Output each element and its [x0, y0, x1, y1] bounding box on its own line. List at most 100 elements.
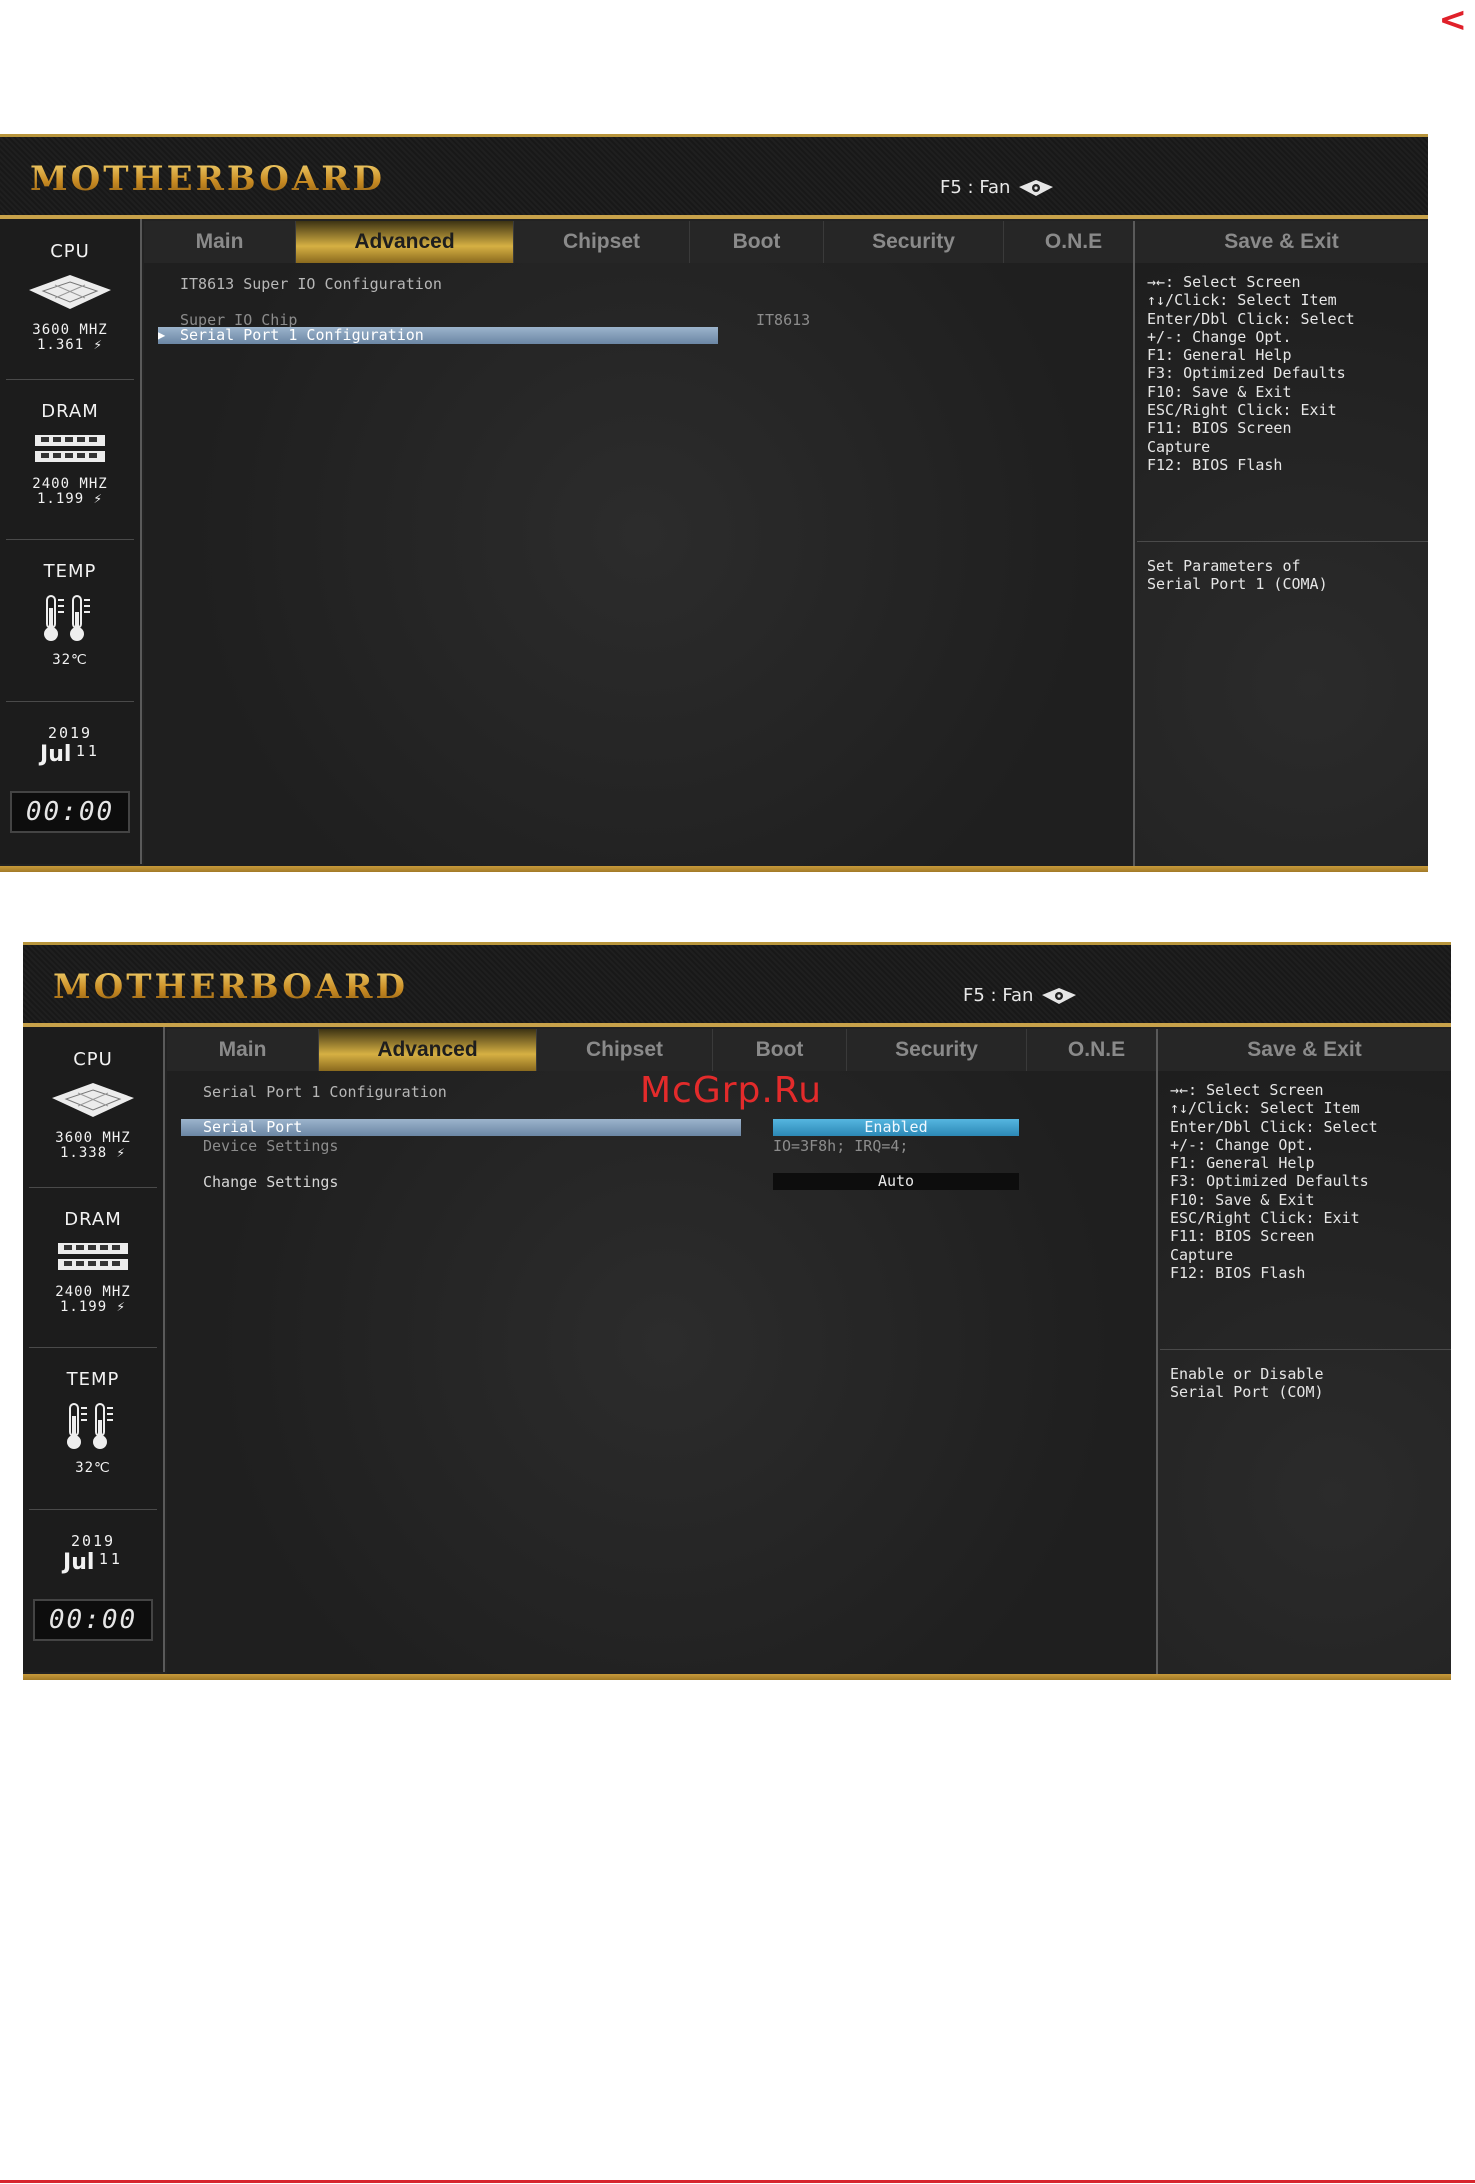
serial-port-label: Serial Port	[203, 1118, 303, 1136]
dram-frequency: 2400 MHZ	[55, 1284, 131, 1300]
tab-chipset[interactable]: Chipset	[537, 1029, 713, 1071]
tab-main[interactable]: Main	[144, 221, 296, 263]
temp-label: TEMP	[66, 1369, 120, 1390]
serial-port-1-configuration-item[interactable]: ▶ Serial Port 1 Configuration	[158, 327, 718, 344]
temp-label: TEMP	[43, 561, 97, 582]
sidebar: CPU 3600 MHZ 1.338 ⚡ DRAM 2400 MHZ 1.199…	[23, 1027, 165, 1672]
date-panel: 2019 Jul 11	[0, 724, 140, 767]
super-io-chip-value: IT8613	[756, 311, 811, 329]
tab-boot[interactable]: Boot	[690, 221, 824, 263]
divider	[6, 701, 134, 702]
divider	[29, 1187, 157, 1188]
cpu-frequency: 3600 MHZ	[55, 1130, 131, 1146]
tab-boot[interactable]: Boot	[713, 1029, 847, 1071]
date-year: 2019	[70, 1532, 116, 1550]
device-settings-value: IO=3F8h; IRQ=4;	[773, 1137, 909, 1155]
serial-port-value[interactable]: Enabled	[773, 1119, 1019, 1136]
cpu-chip-icon	[29, 275, 111, 309]
change-settings-value[interactable]: Auto	[773, 1173, 1019, 1190]
brand-logo: MOTHERBOARD	[53, 967, 408, 1007]
sidebar: CPU 3600 MHZ 1.361 ⚡ DRAM 2400 MHZ 1.199…	[0, 219, 142, 864]
temp-value: 32℃	[75, 1460, 111, 1476]
cpu-panel: CPU 3600 MHZ 1.361 ⚡	[0, 241, 140, 353]
page-title: IT8613 Super IO Configuration	[180, 275, 442, 293]
tab-advanced[interactable]: Advanced	[296, 221, 514, 263]
bios-header: MOTHERBOARD F5 : Fan	[0, 134, 1428, 219]
settings-panel: Serial Port 1 Configuration Serial Port …	[167, 1071, 1163, 1674]
divider	[1160, 1349, 1451, 1350]
help-panel: →←: Select Screen ↑↓/Click: Select Item …	[1133, 263, 1428, 866]
date-panel: 2019 Jul 11	[23, 1532, 163, 1575]
tab-save-exit[interactable]: Save & Exit	[1133, 221, 1428, 263]
tab-security[interactable]: Security	[847, 1029, 1027, 1071]
divider	[1137, 541, 1428, 542]
footer-bar	[23, 1674, 1451, 1680]
cpu-voltage: 1.338 ⚡	[59, 1145, 126, 1161]
change-settings-label: Change Settings	[203, 1173, 339, 1191]
date-day: 11	[75, 742, 100, 760]
fan-shortcut[interactable]: F5 : Fan	[963, 985, 1077, 1006]
clock-display: 00:00	[33, 1599, 153, 1641]
tab-advanced[interactable]: Advanced	[319, 1029, 537, 1071]
tab-security[interactable]: Security	[824, 221, 1004, 263]
date-month: Jul	[40, 742, 72, 767]
page-bottom-rule	[0, 2180, 1475, 2183]
help-panel: →←: Select Screen ↑↓/Click: Select Item …	[1156, 1071, 1451, 1674]
dram-frequency: 2400 MHZ	[32, 476, 108, 492]
dram-label: DRAM	[41, 401, 99, 422]
tab-chipset[interactable]: Chipset	[514, 221, 690, 263]
date-year: 2019	[47, 724, 93, 742]
tab-one[interactable]: O.N.E	[1004, 221, 1144, 263]
dram-panel: DRAM 2400 MHZ 1.199 ⚡	[0, 401, 140, 507]
tab-one[interactable]: O.N.E	[1027, 1029, 1167, 1071]
dram-voltage: 1.199 ⚡	[59, 1299, 126, 1315]
dram-voltage: 1.199 ⚡	[36, 491, 103, 507]
fan-label: F5 : Fan	[963, 985, 1034, 1006]
divider	[6, 539, 134, 540]
key-help: →←: Select Screen ↑↓/Click: Select Item …	[1147, 273, 1355, 474]
fan-icon	[1019, 179, 1054, 196]
watermark: McGrp.Ru	[640, 1070, 823, 1111]
tab-main[interactable]: Main	[167, 1029, 319, 1071]
key-help: →←: Select Screen ↑↓/Click: Select Item …	[1170, 1081, 1378, 1282]
bios-screen-2: MOTHERBOARD F5 : Fan CPU 3600 MHZ 1.338 …	[23, 942, 1451, 1680]
divider	[29, 1509, 157, 1510]
temp-panel: TEMP 32℃	[23, 1369, 163, 1476]
cpu-label: CPU	[73, 1049, 113, 1070]
page-title: Serial Port 1 Configuration	[203, 1083, 447, 1101]
bios-header: MOTHERBOARD F5 : Fan	[23, 942, 1451, 1027]
tab-bar: Main Advanced Chipset Boot Security O.N.…	[144, 221, 1144, 263]
settings-panel: IT8613 Super IO Configuration Super IO C…	[144, 263, 1140, 866]
thermometer-icon	[44, 595, 90, 641]
thermometer-icon	[67, 1403, 113, 1449]
date-month: Jul	[63, 1550, 95, 1575]
dram-label: DRAM	[64, 1209, 122, 1230]
cpu-chip-icon	[52, 1083, 134, 1117]
submenu-arrow-icon: ▶	[158, 328, 166, 342]
cpu-frequency: 3600 MHZ	[32, 322, 108, 338]
temp-panel: TEMP 32℃	[0, 561, 140, 668]
tab-save-exit[interactable]: Save & Exit	[1156, 1029, 1451, 1071]
dram-panel: DRAM 2400 MHZ 1.199 ⚡	[23, 1209, 163, 1315]
tab-bar: Main Advanced Chipset Boot Security O.N.…	[167, 1029, 1167, 1071]
fan-shortcut[interactable]: F5 : Fan	[940, 177, 1054, 198]
fan-label: F5 : Fan	[940, 177, 1011, 198]
date-day: 11	[98, 1550, 123, 1568]
brand-logo: MOTHERBOARD	[30, 159, 385, 199]
item-description: Enable or Disable Serial Port (COM)	[1170, 1365, 1324, 1402]
item-description: Set Parameters of Serial Port 1 (COMA)	[1147, 557, 1328, 594]
dram-module-icon	[35, 435, 105, 462]
fan-icon	[1042, 987, 1077, 1004]
footer-bar	[0, 866, 1428, 872]
cpu-panel: CPU 3600 MHZ 1.338 ⚡	[23, 1049, 163, 1161]
dram-module-icon	[58, 1243, 128, 1270]
page-corner-mark: <	[1438, 0, 1468, 40]
serial-port-1-configuration-label: Serial Port 1 Configuration	[180, 326, 424, 344]
bios-screen-1: MOTHERBOARD F5 : Fan CPU 3600 MHZ 1.361 …	[0, 134, 1428, 872]
cpu-voltage: 1.361 ⚡	[36, 337, 103, 353]
divider	[6, 379, 134, 380]
clock-display: 00:00	[10, 791, 130, 833]
cpu-label: CPU	[50, 241, 90, 262]
serial-port-row[interactable]: Serial Port	[181, 1119, 741, 1136]
temp-value: 32℃	[52, 652, 88, 668]
